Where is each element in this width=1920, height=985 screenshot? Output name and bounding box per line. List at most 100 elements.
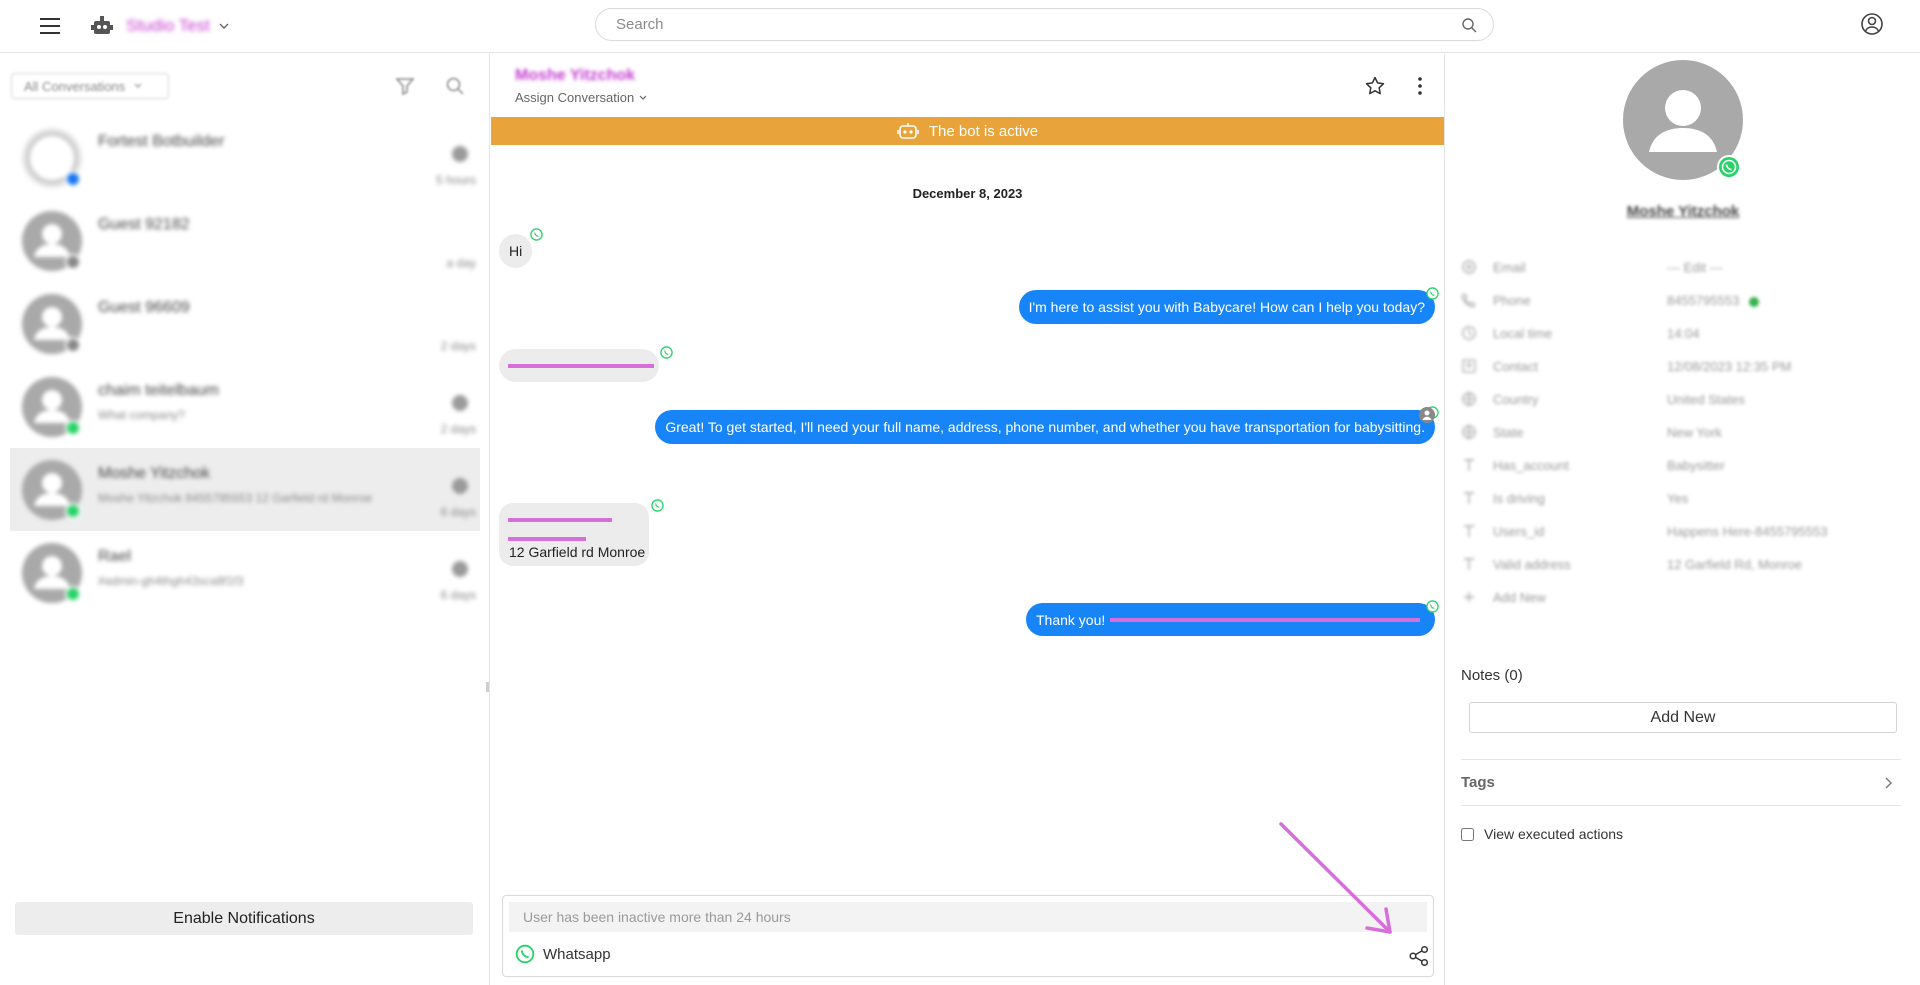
plus-icon [1464, 592, 1474, 602]
tags-label: Tags [1461, 774, 1495, 791]
attribute-value[interactable]: Happens Here-8455795553 [1667, 524, 1827, 539]
attribute-value[interactable]: United States [1667, 392, 1745, 407]
bot-status-icon [452, 478, 468, 494]
attribute-value[interactable]: 12 Garfield Rd, Monroe [1667, 557, 1802, 572]
conversation-preview: Moshe Yitzchok 8455795553 12 Garfield rd… [98, 491, 373, 505]
bot-icon [897, 122, 919, 140]
whatsapp-icon [530, 228, 543, 241]
whatsapp-icon [65, 586, 81, 602]
conversation-item[interactable]: Guest 96609 2 days [0, 282, 490, 365]
chevron-down-icon [638, 93, 648, 103]
attribute-value: 12/08/2023 12:35 PM [1667, 359, 1792, 374]
workspace-selector[interactable]: Studio Test [126, 13, 230, 39]
conversation-list: Fortest Botbuilder 5 hours Guest 92182 a… [0, 116, 490, 614]
conversation-time: 5 hours [435, 173, 476, 187]
conversation-name: Guest 92182 [98, 216, 190, 233]
attribute-value[interactable]: Babysitter [1667, 458, 1725, 473]
attribute-key: Email [1493, 260, 1526, 275]
attribute-row-valid-address[interactable]: Valid address 12 Garfield Rd, Monroe [1461, 548, 1901, 581]
attribute-value[interactable]: New York [1667, 425, 1722, 440]
attribute-key: Valid address [1493, 557, 1571, 572]
clock-icon [1462, 326, 1476, 340]
conversation-name: Rael [98, 548, 131, 565]
search-icon[interactable] [1461, 17, 1477, 33]
enable-notifications-button[interactable]: Enable Notifications [15, 902, 473, 935]
assign-conversation-dropdown[interactable]: Assign Conversation [515, 90, 648, 105]
verified-icon [1748, 296, 1759, 307]
filter-icon[interactable] [394, 75, 416, 97]
message-outgoing: I'm here to assist you with Babycare! Ho… [1018, 290, 1435, 324]
attribute-key: Is driving [1493, 491, 1546, 506]
conversation-time: 2 days [440, 422, 476, 436]
chevron-right-icon [1885, 777, 1892, 789]
globe-icon [1462, 425, 1476, 439]
add-attribute-button[interactable]: Add New [1461, 581, 1901, 614]
date-separator: December 8, 2023 [912, 186, 1023, 201]
message-incoming: Hi [499, 234, 533, 268]
view-executed-actions[interactable]: View executed actions [1461, 826, 1623, 842]
message-input[interactable] [509, 902, 1427, 932]
add-attribute-label: Add New [1493, 590, 1546, 605]
menu-icon[interactable] [38, 14, 62, 38]
conversation-preview: #admin-gh4thgh43sca8f1f3 [98, 574, 244, 588]
search-input[interactable] [616, 16, 1461, 33]
attribute-row-state[interactable]: State New York [1461, 416, 1901, 449]
message-incoming: 12 Garfield rd Monroe [499, 503, 649, 566]
message-outgoing-redacted: Thank you! [1026, 603, 1435, 636]
web-chat-icon [65, 337, 81, 353]
conversation-time: 6 days [440, 505, 476, 519]
attribute-row-country[interactable]: Country United States [1461, 383, 1901, 416]
conversation-item[interactable]: Rael #admin-gh4thgh43sca8f1f3 6 days [0, 531, 490, 614]
add-note-button[interactable]: Add New [1469, 702, 1897, 733]
attribute-row-users-id[interactable]: Users_id Happens Here-8455795553 [1461, 515, 1901, 548]
account-icon[interactable] [1859, 11, 1885, 37]
conversation-time: 2 days [440, 339, 476, 353]
phone-icon [1461, 293, 1476, 308]
whatsapp-icon [515, 944, 535, 964]
bot-status-icon [452, 561, 468, 577]
conversation-preview: What company? [98, 408, 185, 422]
attribute-value: 8455795553 [1667, 293, 1759, 308]
whatsapp-icon [651, 499, 664, 512]
message-outgoing: Great! To get started, I'll need your fu… [655, 410, 1435, 444]
attribute-key: Has_account [1493, 458, 1569, 473]
share-icon[interactable] [1408, 945, 1430, 967]
attribute-row-email[interactable]: Email --- Edit --- [1461, 251, 1901, 284]
view-executed-actions-checkbox[interactable] [1461, 827, 1474, 841]
more-vertical-icon[interactable] [1409, 75, 1431, 97]
attribute-value[interactable]: --- Edit --- [1667, 260, 1723, 275]
attribute-row-phone[interactable]: Phone 8455795553 [1461, 284, 1901, 317]
whatsapp-icon [1426, 287, 1439, 300]
conversation-item[interactable]: chaim teitelbaum What company? 2 days [0, 365, 490, 448]
attribute-value[interactable]: Yes [1667, 491, 1688, 506]
attribute-row-has-account[interactable]: Has_account Babysitter [1461, 449, 1901, 482]
agent-avatar-icon [1419, 407, 1435, 423]
attribute-row-contact: Contact 12/08/2023 12:35 PM [1461, 350, 1901, 383]
attribute-row-is-driving[interactable]: Is driving Yes [1461, 482, 1901, 515]
profile-name: Moshe Yitzchok [1626, 203, 1740, 220]
conversation-filter-select[interactable]: All Conversations [11, 73, 169, 99]
redaction-mark [508, 537, 586, 541]
web-chat-icon [65, 254, 81, 270]
channel-selector[interactable]: Whatsapp [515, 944, 611, 964]
message-list: December 8, 2023 Hi I'm here to assist y… [491, 145, 1444, 885]
conversation-item[interactable]: Guest 92182 a day [0, 199, 490, 282]
top-bar: Studio Test [0, 0, 1920, 53]
attribute-key: Phone [1493, 293, 1531, 308]
bot-status-icon [452, 146, 468, 162]
conversation-panel: All Conversations Fortest Botbuilder 5 h… [0, 54, 490, 985]
panel-resize-handle[interactable] [486, 682, 489, 692]
bot-active-banner: The bot is active [491, 117, 1444, 145]
star-icon[interactable] [1364, 75, 1386, 97]
channel-label: Whatsapp [543, 945, 611, 963]
bot-banner-text: The bot is active [928, 122, 1039, 140]
global-search [595, 8, 1494, 41]
search-icon[interactable] [444, 75, 466, 97]
message-composer: Whatsapp [502, 895, 1434, 977]
attribute-value: 14:04 [1667, 326, 1700, 341]
conversation-item[interactable]: Fortest Botbuilder 5 hours [0, 116, 490, 199]
conversation-time: a day [446, 256, 476, 270]
conversation-item-active[interactable]: Moshe Yitzchok Moshe Yitzchok 8455795553… [10, 448, 480, 531]
tags-section-toggle[interactable]: Tags [1461, 760, 1901, 805]
conversation-panel-header: All Conversations [0, 54, 490, 116]
